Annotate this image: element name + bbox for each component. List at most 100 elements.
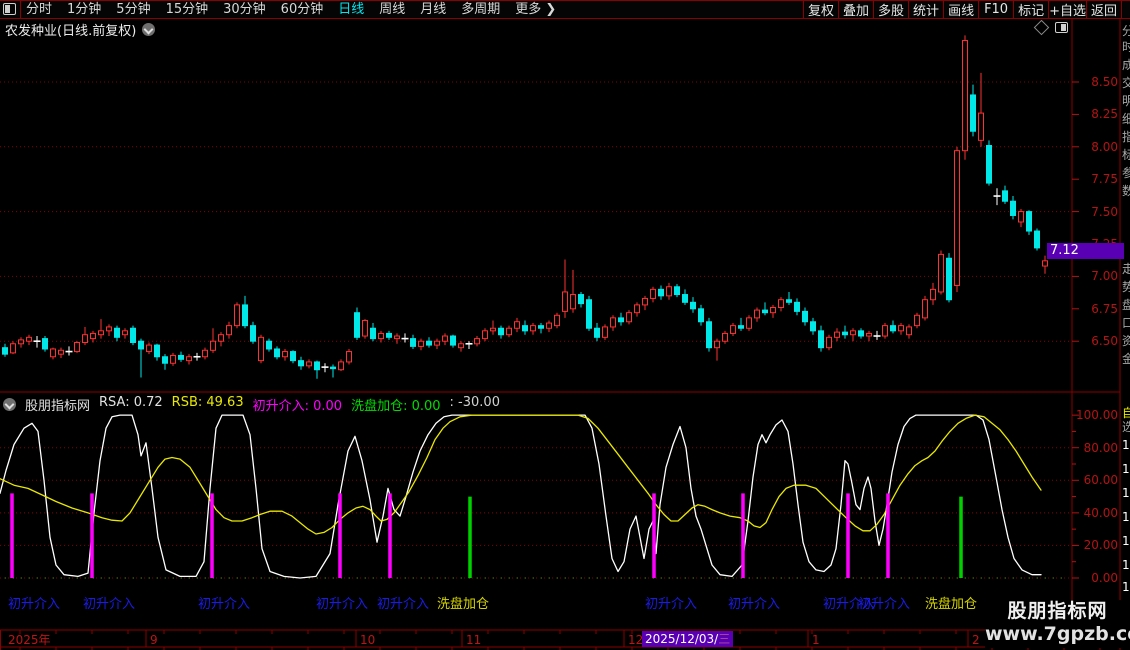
price-axis-label: 8.25 (1074, 108, 1118, 120)
price-axis-label: 8.00 (1074, 141, 1118, 153)
sidebar-menu-item[interactable]: 1 (1122, 510, 1130, 524)
sidebar-menu-item[interactable]: 分 (1122, 24, 1130, 38)
period-tab[interactable]: 多周期 (461, 1, 500, 18)
sidebar-menu-item[interactable]: 1 (1122, 534, 1130, 548)
watermark: 股朋指标网 www.7gpzb.com (985, 600, 1130, 648)
date-axis-month: 12 (628, 633, 643, 647)
sidebar-menu-item[interactable]: 标 (1122, 148, 1130, 162)
sidebar-menu-item[interactable]: 1 (1122, 580, 1130, 594)
action-menu: 复权叠加多股统计画线F10标记+自选返回 (803, 1, 1122, 18)
sidebar-menu-item[interactable]: 成 (1122, 58, 1130, 72)
period-tab[interactable]: 分时 (26, 1, 52, 18)
indicator-axis-label: 60.00 (1074, 474, 1118, 486)
title-row-icons (1036, 22, 1068, 33)
toolbar-button[interactable]: 多股 (873, 1, 908, 18)
date-badge-weekday: 三 (718, 632, 730, 646)
diamond-icon[interactable] (1034, 20, 1050, 36)
signal-label: 洗盘加仓 (437, 593, 489, 612)
indicator-header: 股朋指标网RSA: 0.72RSB: 49.63初升介入: 0.00洗盘加仓: … (3, 396, 500, 412)
indicator-values: 股朋指标网RSA: 0.72RSB: 49.63初升介入: 0.00洗盘加仓: … (25, 395, 500, 414)
toolbar-button[interactable]: 叠加 (838, 1, 873, 18)
toolbar-divider (20, 1, 21, 18)
watermark-url: www.7gpzb.com (985, 623, 1130, 645)
sidebar-menu-item[interactable]: 1 (1122, 558, 1130, 572)
chart-title-row: 农发种业(日线.前复权) (5, 20, 155, 38)
sidebar-menu-item[interactable]: 指 (1122, 130, 1130, 144)
toolbar-button[interactable]: 返回 (1086, 1, 1122, 18)
toolbar-button[interactable]: 标记 (1013, 1, 1048, 18)
sidebar-menu-item[interactable]: 口 (1122, 316, 1130, 330)
date-axis-month: 11 (466, 633, 481, 647)
last-price-badge: 7.12 (1047, 243, 1124, 259)
date-badge: 2025/12/03/三 (642, 631, 733, 647)
date-axis-month: 9 (150, 633, 158, 647)
sidebar-menu-item[interactable]: 细 (1122, 112, 1130, 126)
layout-icon[interactable] (1055, 22, 1068, 33)
signal-label: 初升介入 (8, 593, 60, 612)
date-badge-date: 2025/12/03/ (645, 632, 718, 646)
indicator-value-text: RSB: 49.63 (172, 395, 244, 414)
price-axis-label: 7.50 (1074, 206, 1118, 218)
sidebar-menu-item[interactable]: 金 (1122, 352, 1130, 366)
toolbar-button[interactable]: F10 (978, 1, 1013, 18)
trading-app-window: 分时 1分钟 5分钟 15分钟 30分钟 60分钟日线周线月线多周期更多 ❯ 复权叠加多股… (0, 0, 1130, 650)
price-axis-label: 7.75 (1074, 173, 1118, 185)
sidebar-menu-item[interactable]: 参 (1122, 166, 1130, 180)
sidebar-menu-item[interactable]: 走 (1122, 262, 1130, 276)
indicator-collapse-icon[interactable] (3, 398, 16, 411)
period-tab[interactable]: 1分钟 (67, 1, 101, 18)
period-tab[interactable]: 60分钟 (281, 1, 324, 18)
toolbar-button[interactable]: 统计 (908, 1, 943, 18)
indicator-value-text: : -30.00 (450, 395, 500, 414)
indicator-value-text: 洗盘加仓: 0.00 (351, 395, 440, 414)
indicator-axis-label: 40.00 (1074, 507, 1118, 519)
candlestick-chart (3, 35, 1048, 378)
stock-title: 农发种业(日线.前复权) (5, 20, 136, 39)
indicator-value-text: 股朋指标网 (25, 395, 90, 414)
indicator-axis-label: 0.00 (1074, 572, 1118, 584)
price-axis-label: 6.50 (1074, 335, 1118, 347)
sidebar-menu-item[interactable]: 时 (1122, 40, 1130, 54)
toolbar-button[interactable]: 复权 (803, 1, 838, 18)
indicator-axis-label: 20.00 (1074, 539, 1118, 551)
watermark-site-name: 股朋指标网 (985, 600, 1130, 623)
toolbar-button[interactable]: 画线 (943, 1, 978, 18)
sidebar-menu-item[interactable]: 势 (1122, 280, 1130, 294)
chevron-down-icon[interactable] (142, 23, 155, 36)
indicator-chart (0, 415, 1041, 578)
indicator-line-RSA (0, 415, 1041, 578)
signal-label: 洗盘加仓 (925, 593, 977, 612)
signal-label: 初升介入 (83, 593, 135, 612)
indicator-axis-label: 100.00 (1074, 409, 1118, 421)
sidebar-menu-item[interactable]: 1 (1122, 462, 1130, 476)
signal-label: 初升介入 (377, 593, 429, 612)
period-tab[interactable]: 30分钟 (223, 1, 266, 18)
period-tab[interactable]: 15分钟 (166, 1, 209, 18)
sidebar-menu-item[interactable]: 1 (1122, 438, 1130, 452)
price-axis-label: 7.00 (1074, 270, 1118, 282)
signal-label: 初升介入 (858, 593, 910, 612)
period-tab[interactable]: 月线 (420, 1, 446, 18)
period-tab[interactable]: 日线 (338, 1, 364, 18)
sidebar-menu-item[interactable]: 明 (1122, 94, 1130, 108)
period-menu: 分时 1分钟 5分钟 15分钟 30分钟 60分钟日线周线月线多周期更多 ❯ (26, 1, 556, 18)
period-tab[interactable]: 5分钟 (116, 1, 150, 18)
date-axis-month: 1 (812, 633, 820, 647)
indicator-value-text: 初升介入: 0.00 (253, 395, 342, 414)
panel-toggle-icon[interactable] (3, 3, 16, 15)
indicator-axis-label: 80.00 (1074, 442, 1118, 454)
sidebar-menu-item[interactable]: 自 (1122, 406, 1130, 420)
sidebar-menu-item[interactable]: 盘 (1122, 298, 1130, 312)
sidebar-menu-item[interactable]: 数 (1122, 184, 1130, 198)
period-tab[interactable]: 周线 (379, 1, 405, 18)
signal-label: 初升介入 (728, 593, 780, 612)
sidebar-menu-item[interactable]: 选 (1122, 420, 1130, 434)
sidebar-menu-item[interactable]: 资 (1122, 334, 1130, 348)
period-tab[interactable]: 更多 ❯ (515, 1, 556, 18)
sidebar-menu-item[interactable]: 交 (1122, 76, 1130, 90)
price-axis-label: 8.50 (1074, 76, 1118, 88)
sidebar-menu-item[interactable]: 1 (1122, 486, 1130, 500)
toolbar-button[interactable]: +自选 (1048, 1, 1086, 18)
signal-label: 初升介入 (198, 593, 250, 612)
signal-label: 初升介入 (645, 593, 697, 612)
